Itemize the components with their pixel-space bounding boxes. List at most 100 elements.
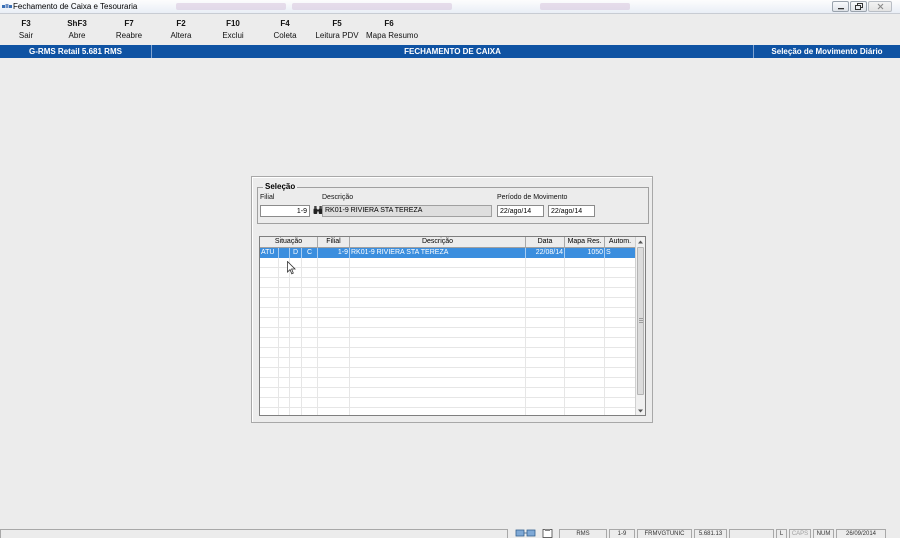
status-date: 26/09/2014 (836, 529, 886, 538)
grid-cell-empty (290, 368, 302, 378)
grid-cell-empty (350, 378, 526, 388)
column-data[interactable]: Data (526, 237, 565, 248)
function-key-toolbar: F3 Sair ShF3 Abre F7 Reabre F2 Altera F1… (0, 15, 900, 43)
grid-cell-empty (318, 408, 350, 415)
toolbar-reabre-button[interactable]: F7 Reabre (106, 19, 152, 41)
table-row-empty[interactable] (260, 298, 636, 308)
grid-cell-empty (318, 378, 350, 388)
grid-cell-empty (350, 278, 526, 288)
column-situacao[interactable]: Situação (260, 237, 318, 248)
toolbar-exclui-button[interactable]: F10 Exclui (210, 19, 256, 41)
toolbar-label: Sair (18, 31, 34, 40)
table-row-empty[interactable] (260, 388, 636, 398)
periodo-fim-input[interactable] (548, 205, 595, 217)
grid-cell-empty (565, 368, 605, 378)
periodo-inicio-input[interactable] (497, 205, 544, 217)
grid-cell-empty (526, 338, 565, 348)
toolbar-mapa-resumo-button[interactable]: F6 Mapa Resumo (366, 19, 418, 41)
grid-cell-empty (605, 278, 636, 288)
grid-cell-empty (279, 358, 290, 368)
grid-cell-empty (279, 368, 290, 378)
table-row-empty[interactable] (260, 398, 636, 408)
minimize-icon (837, 7, 844, 9)
grid-cell-empty (605, 378, 636, 388)
table-row-empty[interactable] (260, 278, 636, 288)
table-row-empty[interactable] (260, 308, 636, 318)
grid-vertical-scrollbar[interactable] (635, 237, 645, 415)
table-row-empty[interactable] (260, 378, 636, 388)
toolbar-leitura-pdv-button[interactable]: F5 Leitura PDV (314, 19, 360, 41)
grid-cell-empty (526, 288, 565, 298)
grid-cell-empty (279, 278, 290, 288)
toolbar-label: Exclui (222, 31, 244, 40)
scroll-up-button[interactable] (636, 237, 645, 246)
grid-cell-empty (350, 328, 526, 338)
filial-input[interactable] (260, 205, 310, 217)
grid-cell-empty (260, 408, 279, 415)
status-message (0, 529, 508, 538)
table-row-empty[interactable] (260, 368, 636, 378)
column-descricao[interactable]: Descrição (350, 237, 526, 248)
cell-data: 22/08/14 (526, 248, 565, 258)
grid-cell-empty (318, 298, 350, 308)
grid-cell-empty (526, 358, 565, 368)
table-row-empty[interactable] (260, 338, 636, 348)
table-row-empty[interactable] (260, 268, 636, 278)
grid-cell-empty (605, 408, 636, 415)
grid-cell-empty (350, 388, 526, 398)
grid-cell-empty (302, 258, 318, 268)
column-mapa-res[interactable]: Mapa Res. (565, 237, 605, 248)
grid-cell-empty (260, 358, 279, 368)
table-row-empty[interactable] (260, 288, 636, 298)
status-lock: L (776, 529, 787, 538)
grid-cell-empty (260, 308, 279, 318)
minimize-button[interactable] (832, 1, 849, 12)
grid-cell-empty (290, 318, 302, 328)
grid-cell-empty (260, 378, 279, 388)
periodo-label: Período de Movimento (497, 194, 568, 201)
grid-cell-empty (605, 298, 636, 308)
toolbar-coleta-button[interactable]: F4 Coleta (262, 19, 308, 41)
table-row-empty[interactable] (260, 318, 636, 328)
table-row-empty[interactable] (260, 258, 636, 268)
column-filial[interactable]: Filial (318, 237, 350, 248)
grid-cell-empty (290, 328, 302, 338)
grid-cell-empty (526, 308, 565, 318)
grid-cell-empty (279, 288, 290, 298)
restore-button[interactable] (850, 1, 867, 12)
grid-cell-empty (605, 328, 636, 338)
toolbar-sair-button[interactable]: F3 Sair (3, 19, 49, 41)
table-row-empty[interactable] (260, 328, 636, 338)
toolbar-label: Reabre (115, 31, 143, 40)
scroll-down-button[interactable] (636, 406, 645, 415)
grid-cell-empty (605, 368, 636, 378)
grid-cell-empty (302, 388, 318, 398)
toolbar-key: F3 (21, 19, 31, 28)
movement-grid[interactable]: Situação Filial Descrição Data Mapa Res.… (259, 236, 646, 416)
screen-context: Seleção de Movimento Diário (771, 47, 883, 56)
table-row-empty[interactable] (260, 408, 636, 415)
table-row-empty[interactable] (260, 348, 636, 358)
grid-cell-empty (565, 328, 605, 338)
grid-cell-empty (302, 348, 318, 358)
cell-autom: S (605, 248, 636, 258)
toolbar-altera-button[interactable]: F2 Altera (158, 19, 204, 41)
toolbar-abre-button[interactable]: ShF3 Abre (54, 19, 100, 41)
grid-cell-empty (260, 388, 279, 398)
grid-cell-empty (279, 298, 290, 308)
grid-cell-empty (290, 398, 302, 408)
screen-title: FECHAMENTO DE CAIXA (404, 47, 501, 56)
column-autom[interactable]: Autom. (605, 237, 636, 248)
grid-cell-empty (318, 398, 350, 408)
selection-groupbox: Seleção Filial Descrição RK01-9 RIVIERA … (257, 182, 649, 224)
table-row-selected[interactable]: ATU D C 1-9 RK01-9 RIVIERA STA TEREZA 22… (260, 248, 636, 258)
grid-cell-empty (260, 338, 279, 348)
table-row-empty[interactable] (260, 358, 636, 368)
selection-panel: Seleção Filial Descrição RK01-9 RIVIERA … (251, 176, 653, 423)
grid-cell-empty (290, 378, 302, 388)
grid-cell-empty (526, 408, 565, 415)
grid-cell-empty (318, 338, 350, 348)
close-button[interactable] (868, 1, 892, 12)
scroll-thumb[interactable] (637, 247, 644, 395)
grid-cell-empty (318, 278, 350, 288)
